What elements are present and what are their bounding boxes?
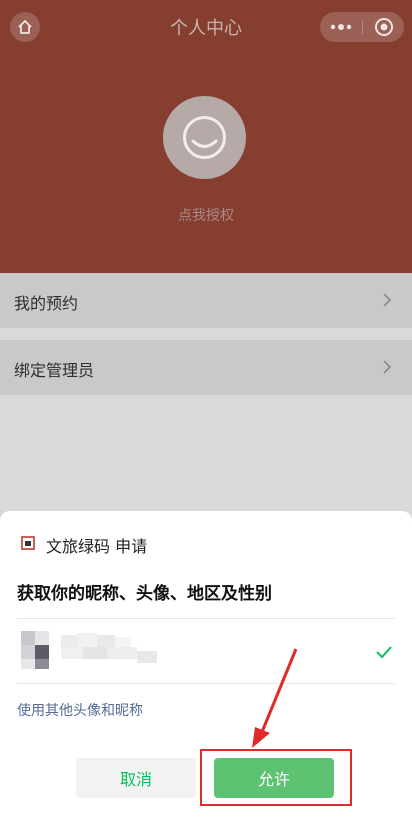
chevron-right-icon	[383, 360, 392, 374]
smile-face-icon	[183, 116, 226, 159]
authorization-sheet: 文旅绿码 申请 获取你的昵称、头像、地区及性别 使用其他头像和昵称 取消 允许	[0, 511, 412, 819]
app-name: 文旅绿码 申请	[46, 537, 148, 556]
close-miniprogram-button[interactable]	[363, 12, 404, 42]
target-icon	[374, 18, 393, 36]
blurred-avatar-and-name	[21, 631, 157, 669]
chevron-right-icon	[383, 293, 392, 307]
more-button[interactable]	[320, 12, 362, 42]
authorize-link[interactable]: 点我授权	[0, 205, 412, 225]
app-logo-icon	[21, 536, 35, 550]
menu-item-bind-admin[interactable]: 绑定管理员	[0, 340, 412, 395]
annotation-highlight-box	[200, 749, 352, 806]
more-dots-icon	[330, 24, 352, 30]
menu-item-label: 我的预约	[14, 294, 79, 313]
profile-header: 个人中心 点我授权	[0, 0, 412, 273]
permission-title: 获取你的昵称、头像、地区及性别	[17, 584, 272, 604]
divider	[17, 683, 395, 684]
avatar[interactable]	[163, 96, 246, 179]
checkmark-icon	[376, 646, 392, 659]
blurred-profile-option[interactable]	[21, 629, 161, 669]
divider	[17, 618, 395, 619]
menu-item-reservations[interactable]: 我的预约	[0, 273, 412, 328]
use-other-profile-link[interactable]: 使用其他头像和昵称	[17, 700, 143, 720]
cancel-button[interactable]: 取消	[76, 758, 196, 798]
menu-item-label: 绑定管理员	[14, 361, 95, 380]
menu-capsule	[320, 12, 404, 42]
